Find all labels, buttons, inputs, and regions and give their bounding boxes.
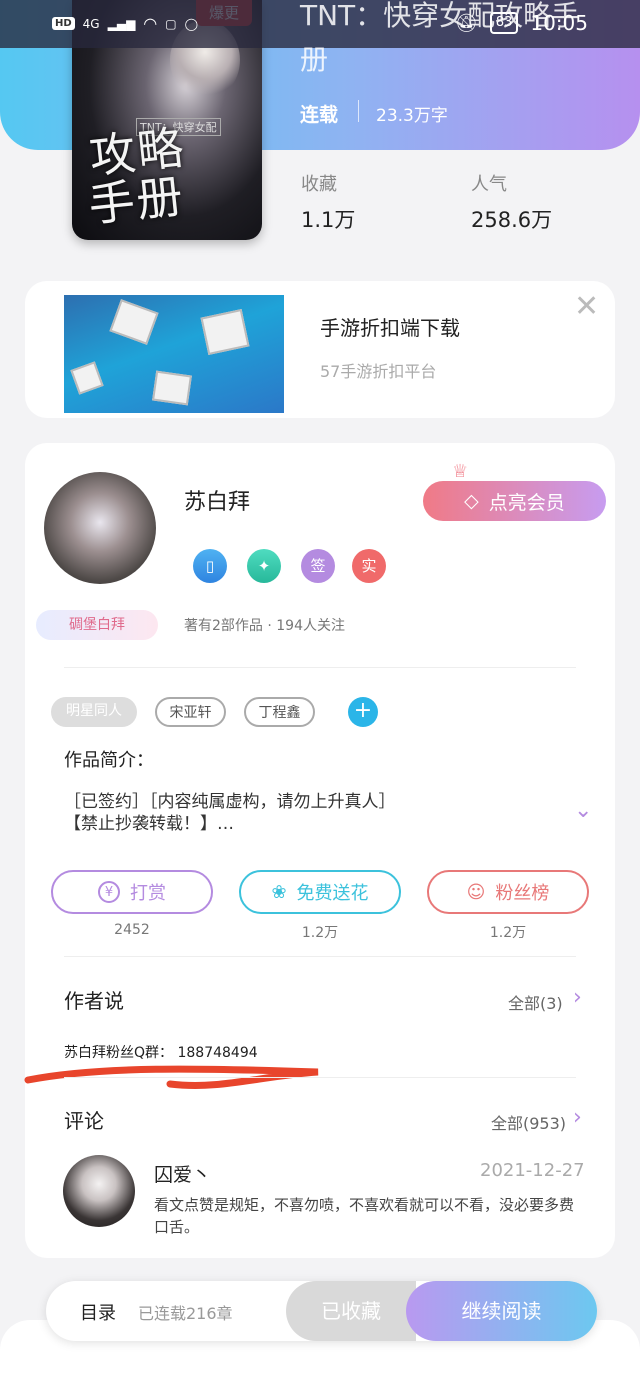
vip-button[interactable]: ◇ 点亮会员: [423, 481, 606, 521]
diamond-icon: ◇: [464, 490, 479, 512]
tip-count: 2452: [114, 922, 150, 938]
ad-cube: [200, 309, 250, 355]
favorites-value: 1.1万: [301, 208, 356, 232]
continue-reading-button[interactable]: 继续阅读: [406, 1281, 597, 1341]
comment-date: 2021-12-27: [480, 1160, 585, 1181]
flower-icon: ❀: [271, 881, 287, 903]
tip-label: 打赏: [130, 883, 166, 904]
cover-title-line2: 手册: [85, 168, 188, 233]
toc-button[interactable]: 目录: [80, 1299, 116, 1325]
chevron-right-icon[interactable]: ›: [573, 1105, 582, 1130]
status-left: HD 4G ▂▄▆ ◠ ▢ ◯: [52, 14, 198, 33]
close-icon[interactable]: ✕: [574, 292, 599, 322]
favorites-label: 收藏: [301, 174, 337, 195]
tag-pill[interactable]: 丁程鑫: [244, 697, 315, 727]
handshake-badge-icon[interactable]: ✦: [247, 549, 281, 583]
chevron-right-icon[interactable]: ›: [573, 985, 582, 1010]
tip-button[interactable]: ¥ 打赏: [51, 870, 213, 914]
verified-badge[interactable]: 实: [352, 549, 386, 583]
popularity-value: 258.6万: [471, 208, 553, 232]
tag-pill[interactable]: 宋亚轩: [155, 697, 226, 727]
fan-rank-label: 粉丝榜: [495, 883, 550, 904]
divider: [64, 667, 576, 668]
crown-icon: ♕: [452, 461, 469, 482]
network-badge: 4G: [82, 16, 100, 31]
vip-button-label: 点亮会员: [488, 491, 565, 514]
commenter-avatar[interactable]: [63, 1155, 135, 1227]
app-icon: ▢: [165, 16, 177, 31]
yen-icon: ¥: [98, 881, 120, 903]
wifi-icon: ◠: [143, 14, 158, 33]
comment-text: 看文点赞是规矩，不喜勿喷，不喜欢看就可以不看，没必要多费口舌。: [154, 1196, 575, 1236]
author-meta: 著有2部作品 · 194人关注: [184, 618, 345, 634]
divider: [64, 1077, 576, 1078]
status-separator: [358, 100, 359, 122]
chapter-count: 已连载216章: [138, 1304, 233, 1323]
ad-subtitle: 57手游折扣平台: [320, 362, 437, 381]
author-tag: 碉堡白拜: [36, 610, 158, 640]
user-icon: ☺: [466, 881, 486, 903]
author-says-text: 苏白拜粉丝Q群： 188748494: [64, 1045, 258, 1061]
comments-title: 评论: [64, 1109, 104, 1133]
fan-rank-button[interactable]: ☺ 粉丝榜: [427, 870, 589, 914]
intro-line-2: 【禁止抄袭转载！】…: [64, 814, 234, 834]
ad-cube: [109, 299, 159, 345]
flower-count: 1.2万: [301, 925, 339, 941]
book-status: 连载: [300, 104, 339, 126]
commenter-name[interactable]: 囚爱丶: [154, 1160, 211, 1187]
author-name[interactable]: 苏白拜: [184, 484, 250, 516]
add-tag-icon[interactable]: +: [348, 697, 378, 727]
expand-chevron-icon[interactable]: ⌄: [574, 798, 592, 823]
hd-badge: HD: [52, 17, 75, 30]
ad-cube: [70, 361, 104, 395]
comments-all-link[interactable]: 全部(953): [491, 1110, 566, 1134]
author-says-all-link[interactable]: 全部(3): [508, 990, 563, 1014]
word-count: 23.3万字: [376, 106, 448, 126]
intro-label: 作品简介：: [64, 750, 154, 771]
tag-pill[interactable]: 明星同人: [51, 697, 137, 727]
author-avatar[interactable]: [44, 472, 156, 584]
ad-cube: [152, 370, 192, 406]
signal-icon: ▂▄▆: [107, 16, 136, 31]
message-icon: ◯: [184, 16, 199, 31]
fan-rank-count: 1.2万: [489, 925, 527, 941]
cover-title: 攻略 手册: [85, 120, 193, 233]
popularity-label: 人气: [471, 174, 507, 195]
send-flower-label: 免费送花: [296, 883, 369, 904]
send-flower-button[interactable]: ❀ 免费送花: [239, 870, 401, 914]
divider: [64, 956, 576, 957]
book-title: TNT：快穿女配攻略手册: [300, 0, 580, 76]
ad-image[interactable]: [64, 295, 284, 413]
ad-title[interactable]: 手游折扣端下载: [320, 312, 460, 341]
favorited-button[interactable]: 已收藏: [286, 1281, 416, 1341]
signed-badge[interactable]: 签: [301, 549, 335, 583]
phone-badge-icon[interactable]: ▯: [193, 549, 227, 583]
author-says-title: 作者说: [64, 989, 124, 1013]
